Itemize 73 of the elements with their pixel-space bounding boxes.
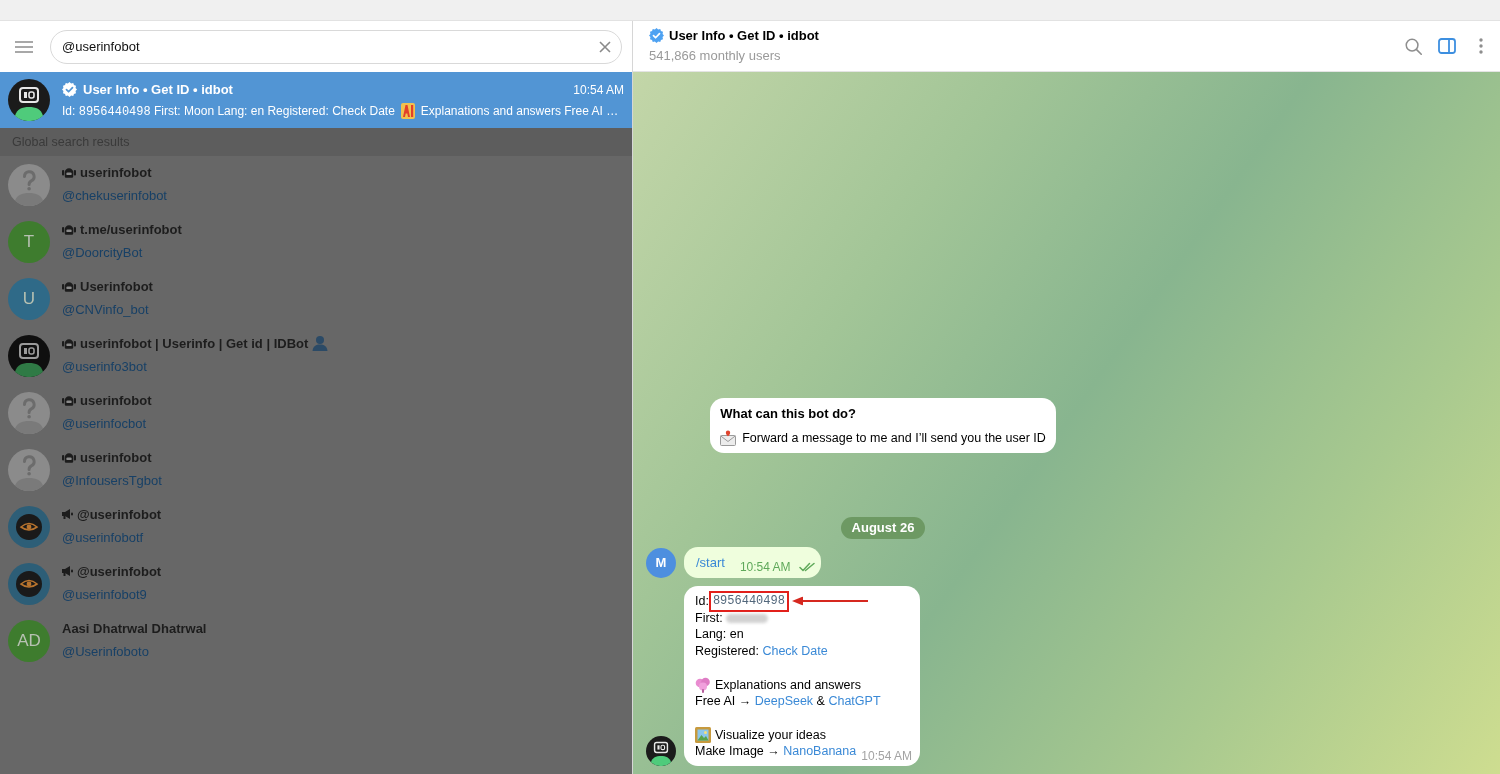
brain-icon (695, 676, 711, 693)
message-text: Make Image → NanoBanana (695, 743, 857, 761)
result-username: @userinfocbot (62, 415, 148, 434)
result-name: t.me/userinfobot (80, 220, 182, 239)
megaphone-icon (62, 566, 73, 577)
result-username: @userinfo3bot (62, 358, 148, 377)
avatar: U (8, 277, 50, 320)
date-badge: August 26 (840, 517, 926, 540)
result-username: @chekuserinfobot (62, 187, 167, 206)
chat-subtitle: 541,866 monthly users (649, 47, 782, 66)
bot-icon (62, 451, 76, 464)
message-text: Lang: en (695, 626, 744, 644)
search-field[interactable]: @userinfobot (50, 29, 622, 64)
result-username: @userinfobot9 (62, 586, 148, 605)
message-text: Registered: Check Date (695, 643, 828, 661)
result-name: Userinfobot (80, 277, 153, 296)
avatar-icon (8, 79, 50, 121)
result-name: @userinfobot (77, 505, 162, 524)
bot-icon (62, 337, 76, 350)
link[interactable]: Check Date (762, 644, 828, 659)
eye-avatar-icon (8, 562, 50, 605)
result-name: userinfobot | Userinfo | Get id | IDBot (80, 334, 309, 353)
chat-list-item[interactable]: User Info • Get ID • idbot 10:54 AM Id: 8956440498 First: Moon Lang: en Registered: Check Date Explanations and answers Free AI … (0, 72, 632, 128)
avatar: AD (8, 619, 50, 662)
message-text: Id: (695, 593, 709, 611)
bot-icon (62, 394, 76, 407)
message-text: Explanations and answers (715, 676, 861, 694)
message-text: Visualize your ideas (715, 726, 826, 744)
result-name: @userinfobot (77, 562, 162, 581)
result-username: @InfousersTgbot (62, 472, 162, 491)
bot-info-text: Forward a message to me and I’ll send you the user ID (742, 429, 1046, 447)
chat-time: 10:54 AM (573, 81, 624, 99)
close-icon (599, 40, 611, 53)
message-preview: Id: 8956440498 First: Moon Lang: en Registered: Check Date (62, 102, 395, 121)
result-name: userinfobot (80, 163, 152, 182)
unknown-avatar-icon (8, 448, 50, 491)
bot-icon (62, 166, 76, 179)
bot-icon (62, 223, 76, 236)
result-username: @CNVinfo_bot (62, 301, 150, 320)
link[interactable]: NanoBanana (783, 744, 857, 759)
avatar-icon (646, 736, 676, 766)
message-text: Free AI → DeepSeek & ChatGPT (695, 693, 881, 711)
highlighted-code: 8956440498 (708, 590, 789, 612)
menu-icon (15, 40, 33, 53)
envelope-icon (720, 430, 737, 447)
unknown-avatar-icon (8, 163, 50, 206)
message-preview: Explanations and answers Free AI … (420, 103, 619, 120)
link[interactable]: ChatGPT (828, 694, 881, 709)
avatar: T (8, 220, 50, 263)
bot-icon (62, 280, 76, 293)
result-username: @DoorcityBot (62, 244, 144, 263)
framed-picture-icon (695, 726, 711, 743)
command-link[interactable]: /start (696, 552, 725, 573)
message-time: 10:54 AM (861, 747, 912, 765)
message-text: First: (695, 609, 724, 627)
result-username: @Userinfoboto (62, 643, 150, 662)
bot-info-title: What can this bot do? (720, 405, 857, 424)
eye-avatar-icon (8, 505, 50, 548)
result-name: userinfobot (80, 391, 152, 410)
avatar-icon (8, 334, 50, 377)
megaphone-icon (62, 509, 73, 520)
unknown-avatar-icon (8, 391, 50, 434)
message-time: 10:54 AM (739, 558, 791, 576)
result-username: @userinfobotf (62, 529, 145, 548)
emoji-icon (400, 103, 415, 119)
clear-button[interactable] (597, 38, 613, 55)
link[interactable]: DeepSeek (754, 694, 814, 709)
chat-title: User Info • Get ID • idbot (83, 80, 233, 99)
blurred-text (726, 613, 769, 623)
result-name: userinfobot (80, 448, 152, 467)
result-name: Aasi Dhatrwal Dhatrwal (62, 619, 207, 638)
avatar: M (646, 548, 676, 579)
chat-title: User Info • Get ID • idbot (669, 26, 819, 45)
